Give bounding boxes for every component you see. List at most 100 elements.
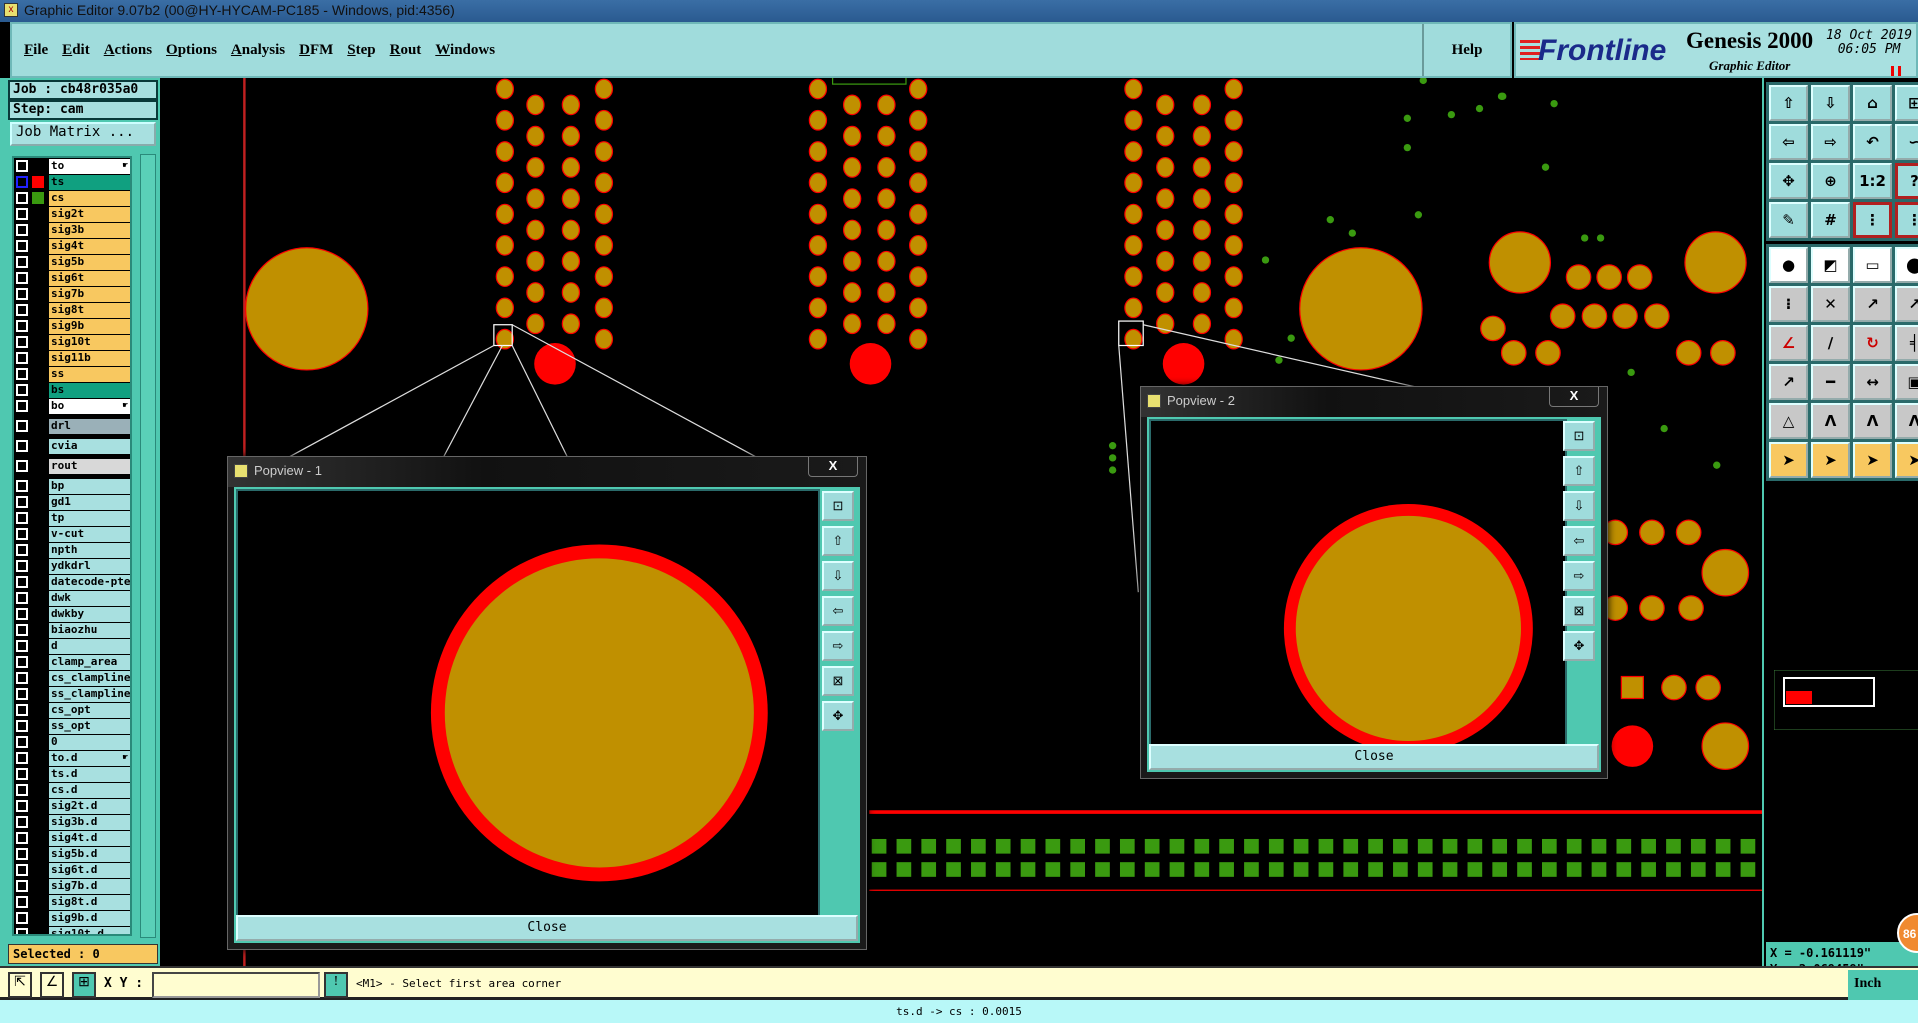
- segment-icon[interactable]: ━: [1811, 364, 1850, 400]
- layer-row[interactable]: to.d ☛: [14, 750, 130, 766]
- layer-name[interactable]: sig10t.d: [49, 926, 130, 934]
- menu-windows[interactable]: Windows: [435, 42, 495, 59]
- layer-name[interactable]: sig5b: [49, 254, 130, 270]
- layer-name[interactable]: dwk: [49, 590, 130, 606]
- layer-name[interactable]: bo ☛: [49, 398, 130, 414]
- layer-row[interactable]: to ☛: [14, 158, 130, 174]
- layer-name[interactable]: bp: [49, 478, 130, 494]
- layer-name[interactable]: sig6t.d: [49, 862, 130, 878]
- pause-icon[interactable]: [1891, 66, 1901, 76]
- zoom-home-icon[interactable]: ⊡: [1563, 421, 1595, 451]
- layer-checkbox[interactable]: [16, 224, 28, 236]
- layer-checkbox[interactable]: [16, 288, 28, 300]
- arc-2-icon[interactable]: Λ: [1811, 403, 1850, 439]
- layer-checkbox[interactable]: [16, 320, 28, 332]
- pan-down-icon[interactable]: ⇩: [1563, 491, 1595, 521]
- layer-checkbox[interactable]: [16, 624, 28, 636]
- layer-row[interactable]: dwkby: [14, 606, 130, 622]
- layer-name[interactable]: cs: [49, 190, 130, 206]
- layer-name[interactable]: ydkdrl: [49, 558, 130, 574]
- layer-row[interactable]: sig10t.d: [14, 926, 130, 934]
- select-pad-icon[interactable]: ⬤: [1895, 247, 1918, 283]
- line-red-icon[interactable]: ∠: [1769, 325, 1808, 361]
- pan-right-icon[interactable]: ⇨: [1811, 124, 1850, 160]
- layer-row[interactable]: sig6t: [14, 270, 130, 286]
- pan-up-icon[interactable]: ⇧: [1563, 456, 1595, 486]
- layer-checkbox[interactable]: [16, 384, 28, 396]
- layer-name[interactable]: ss_clampline: [49, 686, 130, 702]
- layer-checkbox[interactable]: [16, 480, 28, 492]
- layer-name[interactable]: sig7b: [49, 286, 130, 302]
- layer-checkbox[interactable]: [16, 420, 28, 432]
- line-blue-icon[interactable]: ∕: [1811, 325, 1850, 361]
- layer-name[interactable]: to.d ☛: [49, 750, 130, 766]
- zoom-out-icon[interactable]: ✥: [822, 701, 854, 731]
- zoom-out-icon[interactable]: ✥: [1563, 631, 1595, 661]
- layer-row[interactable]: sig5b.d: [14, 846, 130, 862]
- menu-file[interactable]: File: [24, 42, 48, 59]
- layer-name[interactable]: ts: [49, 174, 130, 190]
- layer-row[interactable]: sig3b: [14, 222, 130, 238]
- layer-row[interactable]: ss_opt: [14, 718, 130, 734]
- layer-row[interactable]: sig7b: [14, 286, 130, 302]
- pan-up-icon[interactable]: ⇧: [822, 526, 854, 556]
- menu-analysis[interactable]: Analysis: [231, 42, 285, 59]
- layer-row[interactable]: sig11b: [14, 350, 130, 366]
- layer-checkbox[interactable]: [16, 608, 28, 620]
- layer-checkbox[interactable]: [16, 784, 28, 796]
- layer-row[interactable]: cs_opt: [14, 702, 130, 718]
- xy-input[interactable]: [152, 972, 320, 998]
- layer-checkbox[interactable]: [16, 752, 28, 764]
- layer-checkbox[interactable]: [16, 192, 28, 204]
- ruler-icon[interactable]: ▭: [1853, 247, 1892, 283]
- layer-checkbox[interactable]: [16, 576, 28, 588]
- layer-name[interactable]: drl: [49, 418, 130, 434]
- layer-name[interactable]: tp: [49, 510, 130, 526]
- delete-icon[interactable]: ✕: [1811, 286, 1850, 322]
- layer-row[interactable]: ts.d: [14, 766, 130, 782]
- menu-edit[interactable]: Edit: [62, 42, 90, 59]
- menu-actions[interactable]: Actions: [104, 42, 152, 59]
- layer-row[interactable]: bo ☛: [14, 398, 130, 414]
- layer-checkbox[interactable]: [16, 208, 28, 220]
- layer-row[interactable]: npth: [14, 542, 130, 558]
- layer-checkbox[interactable]: [16, 688, 28, 700]
- pointer-poly-icon[interactable]: ➤: [1853, 442, 1892, 478]
- layer-row[interactable]: datecode-pte: [14, 574, 130, 590]
- layer-name[interactable]: sig4t: [49, 238, 130, 254]
- layer-name[interactable]: bs: [49, 382, 130, 398]
- job-matrix-button[interactable]: Job Matrix ...: [10, 122, 156, 146]
- layer-name[interactable]: sig3b: [49, 222, 130, 238]
- pointer-icon[interactable]: ➤: [1769, 442, 1808, 478]
- layer-checkbox[interactable]: [16, 160, 28, 172]
- arc-icon[interactable]: △: [1769, 403, 1808, 439]
- layer-name[interactable]: gd1: [49, 494, 130, 510]
- layer-checkbox[interactable]: [16, 240, 28, 252]
- copy-icon[interactable]: ↗: [1895, 286, 1918, 322]
- layer-name[interactable]: sig4t.d: [49, 830, 130, 846]
- home-icon[interactable]: ⌂: [1853, 85, 1892, 121]
- menu-dfm[interactable]: DFM: [299, 42, 333, 59]
- help-icon[interactable]: ?: [1895, 163, 1918, 199]
- popview-close-button[interactable]: Close: [1149, 744, 1599, 770]
- pan-down-icon[interactable]: ⇩: [822, 561, 854, 591]
- layer-name[interactable]: sig3b.d: [49, 814, 130, 830]
- net-display-icon[interactable]: ⋮: [1853, 202, 1892, 238]
- layer-name[interactable]: ss: [49, 366, 130, 382]
- pointer-box-icon[interactable]: ➤: [1811, 442, 1850, 478]
- layer-checkbox[interactable]: [16, 460, 28, 472]
- layer-checkbox[interactable]: [16, 368, 28, 380]
- spacing-icon[interactable]: ↔: [1853, 364, 1892, 400]
- layer-row[interactable]: biaozhu: [14, 622, 130, 638]
- layer-checkbox[interactable]: [16, 800, 28, 812]
- pan-left-icon[interactable]: ⇦: [822, 596, 854, 626]
- pan-left-icon[interactable]: ⇦: [1769, 124, 1808, 160]
- net-display-2-icon[interactable]: ⋮: [1895, 202, 1918, 238]
- layer-name[interactable]: sig2t: [49, 206, 130, 222]
- pan-right-icon[interactable]: ⇨: [822, 631, 854, 661]
- layer-name[interactable]: cs.d: [49, 782, 130, 798]
- units-selector[interactable]: Inch: [1848, 970, 1918, 1000]
- popview-close-button[interactable]: Close: [236, 915, 858, 941]
- popview-canvas[interactable]: [236, 489, 820, 917]
- layer-row[interactable]: ts: [14, 174, 130, 190]
